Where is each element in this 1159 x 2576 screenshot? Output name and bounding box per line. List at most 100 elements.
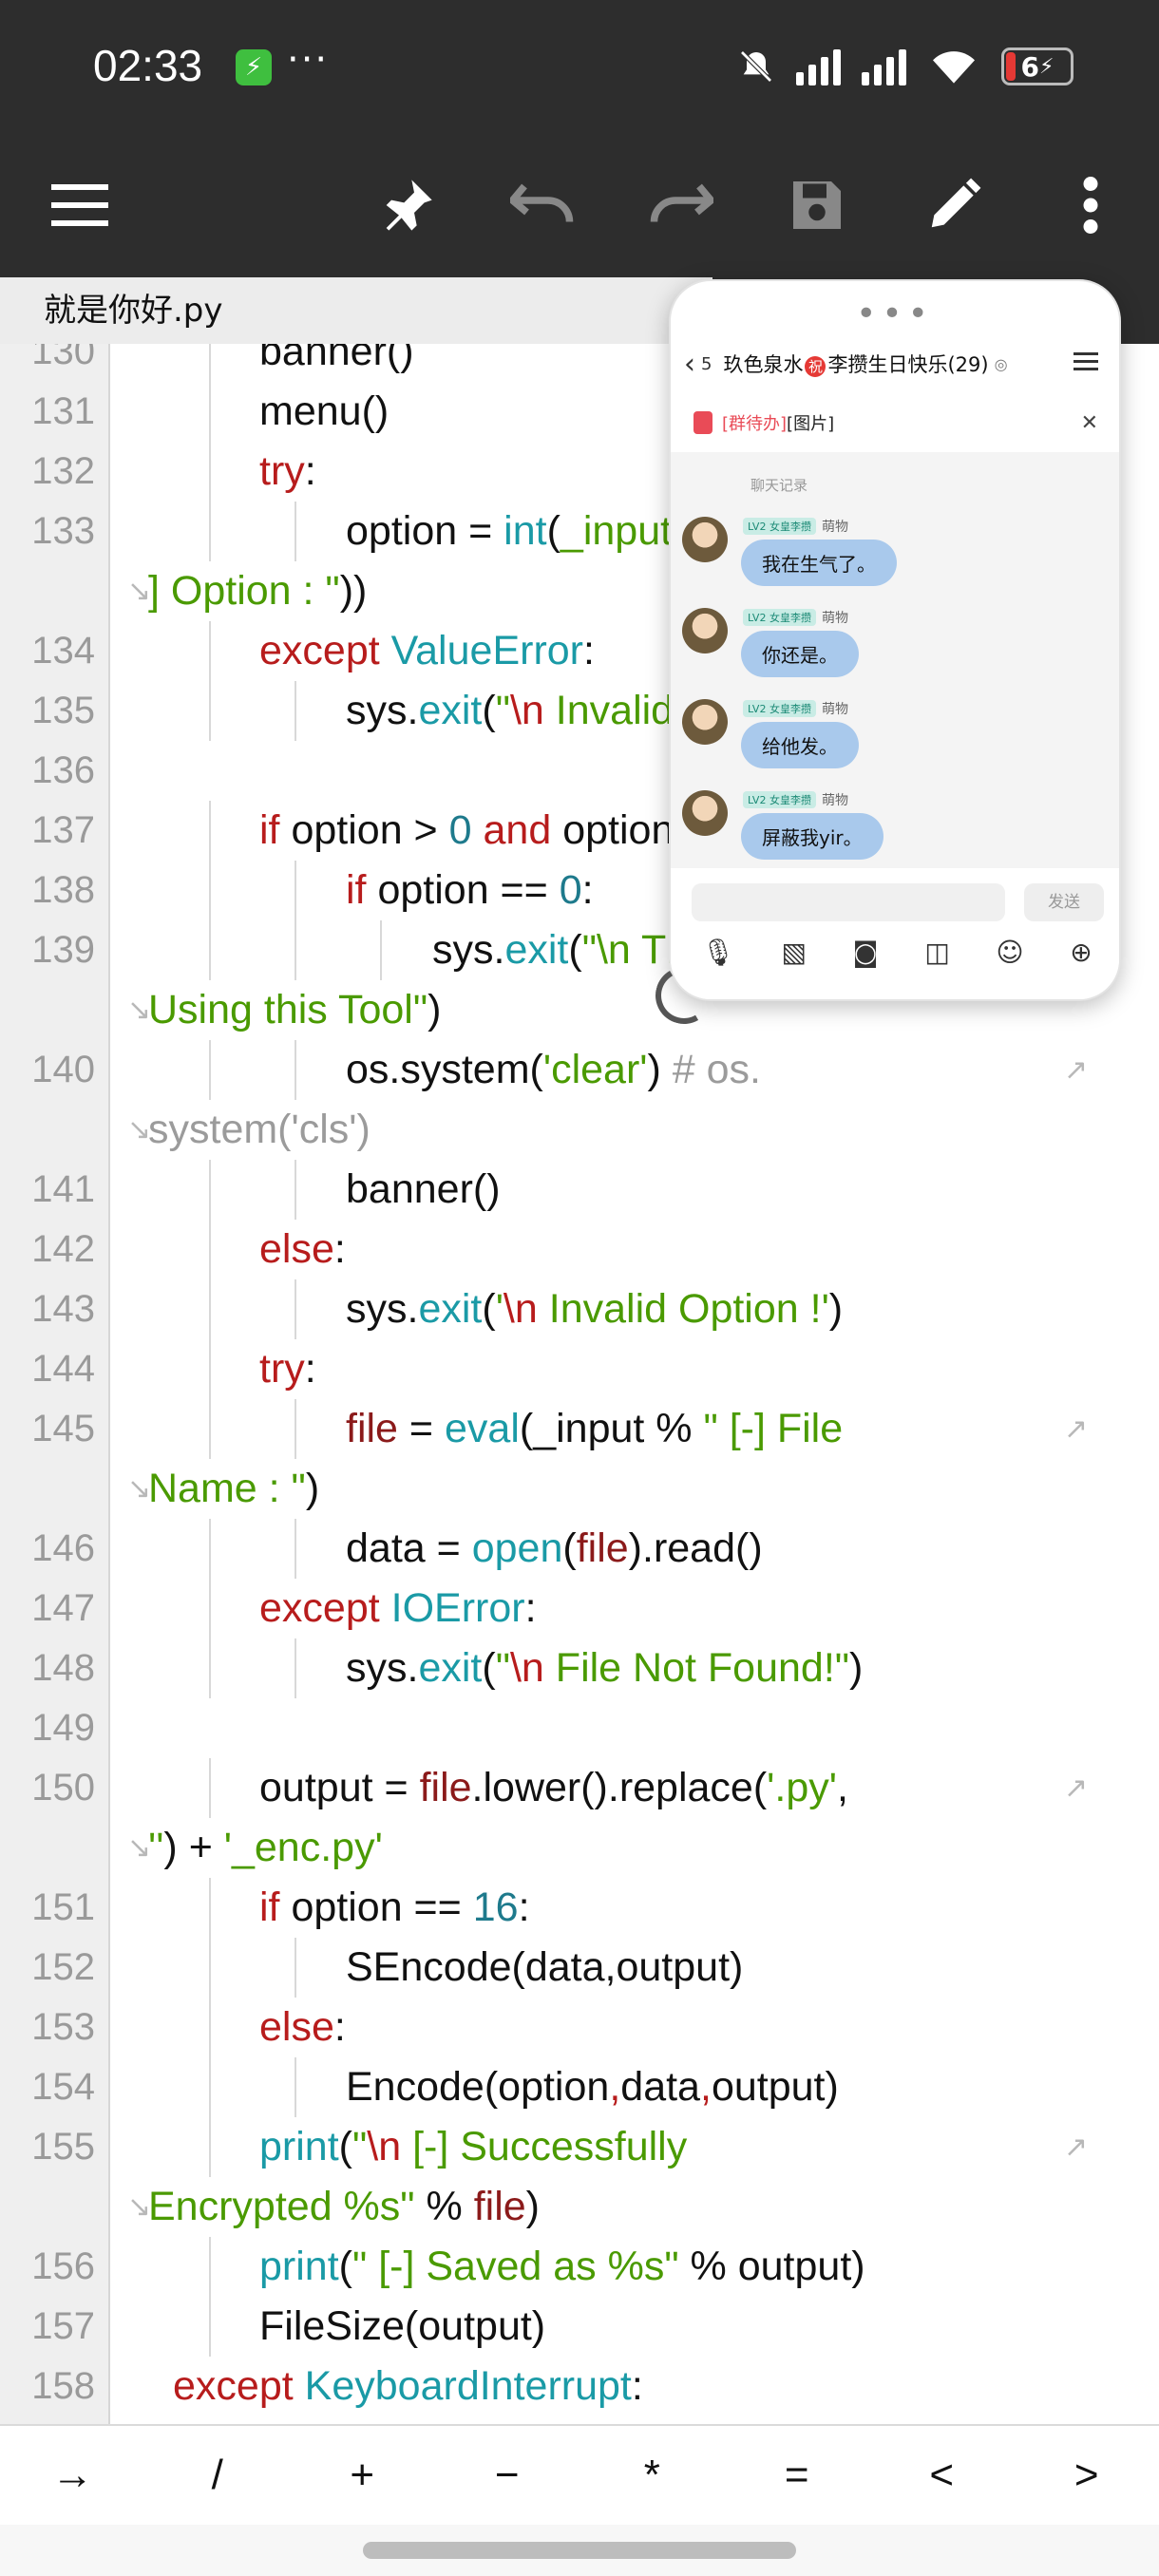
avatar[interactable]	[682, 517, 728, 562]
code-text: '') + '_enc.py'	[148, 1825, 383, 1870]
indent-guide	[294, 1938, 296, 1998]
code-line[interactable]: ↘ '') + '_enc.py'	[0, 1818, 1159, 1878]
code-line[interactable]: 141 banner()	[0, 1160, 1159, 1220]
undo-icon	[510, 183, 574, 222]
symbol-key[interactable]: +	[314, 2452, 409, 2499]
chat-message[interactable]: LV2 女皇李攒 萌物 屏蔽我yir。	[682, 790, 1100, 878]
image-icon[interactable]: ▧	[781, 937, 806, 968]
pin-button[interactable]	[367, 165, 446, 245]
indent-guide	[209, 442, 211, 502]
avatar[interactable]	[682, 790, 728, 836]
code-text: Using this Tool")	[148, 987, 442, 1032]
code-line[interactable]: 155 print("\n [-] Successfully ↗	[0, 2117, 1159, 2177]
symbol-key[interactable]: −	[460, 2452, 555, 2499]
chat-input-area: 发送 🎙︎ ▧ ◙ ◫ ☺ ⊕	[671, 868, 1119, 999]
wrap-arrow-icon: ↗	[1064, 2131, 1089, 2164]
code-line[interactable]: 140 os.system('clear') # os. ↗	[0, 1040, 1159, 1100]
symbol-keyboard-bar: → / + − * = < >	[0, 2424, 1159, 2525]
symbol-key[interactable]: *	[604, 2452, 699, 2499]
code-line[interactable]: 144 try:	[0, 1339, 1159, 1399]
close-icon[interactable]: ✕	[1081, 411, 1098, 435]
code-line[interactable]: 148 sys.exit("\n File Not Found!")	[0, 1638, 1159, 1698]
message-input[interactable]	[692, 883, 1005, 921]
indent-guide	[209, 681, 211, 741]
indent-guide	[209, 1279, 211, 1339]
code-text: output = file.lower().replace('.py',	[259, 1765, 848, 1810]
avatar[interactable]	[682, 608, 728, 653]
line-number: 151	[31, 1886, 95, 1928]
wrap-arrow-icon: ↗	[1064, 1771, 1089, 1805]
unread-count: 5	[701, 353, 712, 374]
code-line[interactable]: 158 except KeyboardInterrupt:	[0, 2357, 1159, 2416]
code-line[interactable]: 150 output = file.lower().replace('.py', ↗	[0, 1758, 1159, 1818]
sender-name: 萌物	[821, 611, 848, 626]
edit-button[interactable]	[914, 165, 994, 245]
code-text: try:	[259, 1346, 316, 1392]
code-line[interactable]: 151 if option == 16:	[0, 1878, 1159, 1938]
symbol-key[interactable]: >	[1039, 2452, 1134, 2499]
code-line[interactable]: 157 FileSize(output)	[0, 2297, 1159, 2357]
chat-title-part2: 李攒生日快乐(29)	[827, 353, 989, 376]
group-todo-notice[interactable]: [群待办] [图片] ✕	[671, 393, 1119, 452]
symbol-key[interactable]: →	[25, 2452, 120, 2499]
tab-file[interactable]: 就是你好.py	[0, 277, 712, 344]
message-bubble[interactable]: 屏蔽我yir。	[741, 813, 884, 860]
more-options-button[interactable]	[1051, 165, 1130, 245]
code-line[interactable]: 147 except IOError:	[0, 1579, 1159, 1638]
avatar[interactable]	[682, 699, 728, 745]
redo-button[interactable]	[640, 165, 720, 245]
code-text: file = eval(_input % " [-] File	[346, 1406, 844, 1451]
symbol-key[interactable]: =	[750, 2452, 845, 2499]
send-button[interactable]: 发送	[1024, 883, 1104, 921]
home-indicator[interactable]	[363, 2542, 796, 2559]
plus-icon[interactable]: ⊕	[1070, 937, 1092, 968]
code-line[interactable]: 154 Encode(option,data,output)	[0, 2057, 1159, 2117]
floating-chat-window[interactable]: ••• ‹ 5 玖色泉水祝李攒生日快乐(29) ◎ [群待办] [图片] ✕ 聊…	[669, 279, 1121, 1001]
symbol-key[interactable]: /	[170, 2452, 265, 2499]
message-bubble[interactable]: 我在生气了。	[741, 540, 897, 586]
indent-guide	[294, 1399, 296, 1459]
code-line[interactable]: 146 data = open(file).read()	[0, 1519, 1159, 1579]
message-bubble[interactable]: 给他发。	[741, 722, 859, 768]
line-number: 132	[31, 450, 95, 492]
indent-guide	[209, 1638, 211, 1698]
code-line[interactable]: ↘ system('cls')	[0, 1100, 1159, 1160]
code-line[interactable]: ↘ Encrypted %s" % file)	[0, 2177, 1159, 2237]
sticker-icon[interactable]: ◫	[924, 937, 949, 968]
signal-2-icon	[862, 47, 906, 85]
chat-tools: 🎙︎ ▧ ◙ ◫ ☺ ⊕	[678, 937, 1115, 968]
volume-icon: ◎	[994, 354, 1008, 373]
code-line[interactable]: 156 print(" [-] Saved as %s" % output)	[0, 2237, 1159, 2297]
line-number: 133	[31, 510, 95, 552]
code-text: ] Option : "))	[148, 568, 368, 614]
chat-menu-icon[interactable]	[1074, 348, 1098, 375]
chat-header: ‹ 5 玖色泉水祝李攒生日快乐(29) ◎	[671, 336, 1119, 391]
chat-messages: [群待办] [图片] ✕ 聊天记录 LV2 女皇李攒 萌物 我在生气了。 LV2 女皇…	[671, 393, 1119, 868]
code-line[interactable]: 145 file = eval(_input % " [-] File ↗	[0, 1399, 1159, 1459]
line-number: 138	[31, 869, 95, 911]
indent-guide	[294, 1160, 296, 1220]
code-line[interactable]: ↘ Name : ")	[0, 1459, 1159, 1519]
camera-icon[interactable]: ◙	[853, 937, 879, 968]
code-line[interactable]: 152 SEncode(data,output)	[0, 1938, 1159, 1998]
menu-button[interactable]	[40, 165, 120, 245]
line-number: 134	[31, 630, 95, 672]
save-button[interactable]	[777, 165, 857, 245]
back-icon[interactable]: ‹	[684, 348, 695, 381]
message-bubble[interactable]: 你还是。	[741, 631, 859, 677]
code-line[interactable]: 143 sys.exit('\n Invalid Option !')	[0, 1279, 1159, 1339]
window-drag-handle[interactable]: •••	[671, 294, 1119, 333]
chat-message[interactable]: LV2 女皇李攒 萌物 你还是。	[682, 608, 1100, 695]
chat-message[interactable]: LV2 女皇李攒 萌物 我在生气了。	[682, 517, 1100, 604]
chat-message[interactable]: LV2 女皇李攒 萌物 给他发。	[682, 699, 1100, 786]
undo-button[interactable]	[504, 165, 583, 245]
code-line[interactable]: 149	[0, 1698, 1159, 1758]
indent-guide	[294, 502, 296, 561]
emoji-icon[interactable]: ☺	[996, 937, 1023, 968]
symbol-key[interactable]: <	[894, 2452, 989, 2499]
code-line[interactable]: 142 else:	[0, 1220, 1159, 1279]
indent-guide	[209, 1579, 211, 1638]
code-line[interactable]: 153 else:	[0, 1998, 1159, 2057]
mic-icon[interactable]: 🎙︎	[701, 937, 735, 968]
code-text: banner()	[346, 1166, 501, 1212]
